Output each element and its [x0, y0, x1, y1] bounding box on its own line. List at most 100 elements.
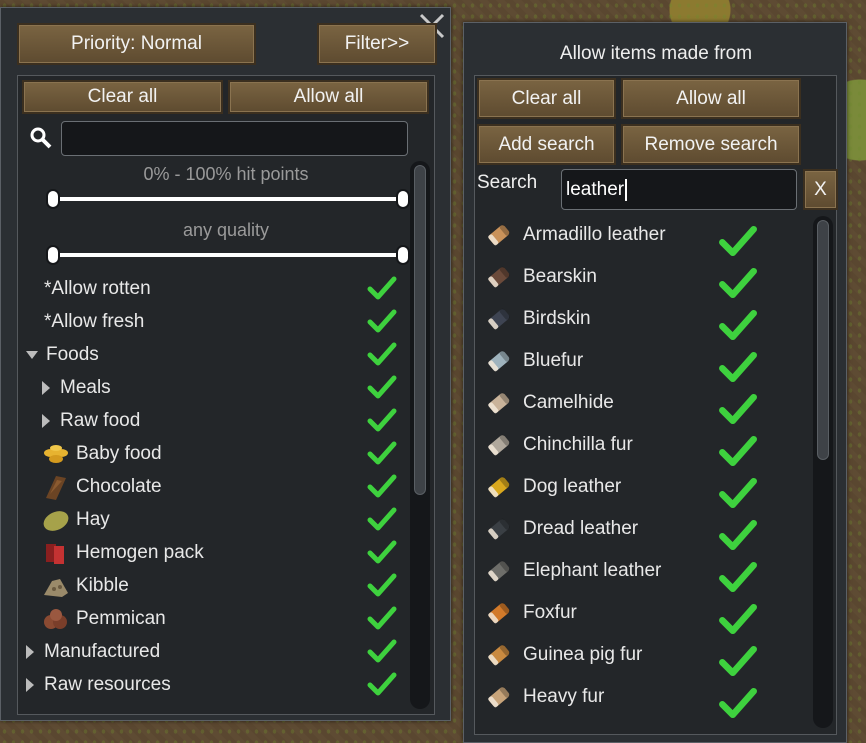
material-label: Heavy fur	[523, 686, 605, 707]
left-scrollbar-thumb[interactable]	[414, 165, 426, 495]
hitpoints-slider[interactable]	[46, 189, 410, 209]
checkmark-icon[interactable]	[718, 224, 758, 258]
filter-toggle-button[interactable]: Filter>>	[317, 23, 437, 65]
add-search-button[interactable]: Add search	[477, 124, 616, 165]
category-row[interactable]: Foods	[18, 338, 408, 371]
category-label: Meals	[60, 376, 111, 398]
checkmark-icon[interactable]	[367, 275, 397, 301]
checkmark-icon[interactable]	[718, 644, 758, 678]
leather-icon	[485, 221, 513, 249]
material-row[interactable]: Dog leather	[475, 470, 795, 509]
checkmark-icon[interactable]	[367, 539, 397, 565]
checkmark-icon[interactable]	[718, 392, 758, 426]
collapsed-triangle-icon[interactable]	[42, 413, 50, 428]
material-clear-all-button[interactable]: Clear all	[477, 78, 616, 119]
material-row[interactable]: Bluefur	[475, 344, 795, 383]
leather-icon	[485, 305, 513, 333]
allow-all-button[interactable]: Allow all	[228, 80, 429, 114]
material-row[interactable]: Armadillo leather	[475, 218, 795, 257]
category-label: *Allow rotten	[44, 277, 151, 299]
material-row[interactable]: Guinea pig fur	[475, 638, 795, 677]
checkmark-icon[interactable]	[718, 308, 758, 342]
right-scrollbar-track[interactable]	[813, 216, 833, 728]
clear-search-button[interactable]: X	[803, 169, 838, 210]
checkmark-icon[interactable]	[718, 560, 758, 594]
priority-button[interactable]: Priority: Normal	[17, 23, 256, 65]
category-row[interactable]: Manufactured	[18, 635, 408, 668]
checkmark-icon[interactable]	[367, 506, 397, 532]
checkmark-icon[interactable]	[367, 638, 397, 664]
collapsed-triangle-icon[interactable]	[26, 677, 34, 692]
hitpoints-min-handle[interactable]	[46, 189, 60, 209]
left-scrollbar-track[interactable]	[410, 161, 430, 709]
category-row[interactable]: Pemmican	[18, 602, 408, 635]
expanded-triangle-icon[interactable]	[26, 350, 38, 359]
material-label: Bearskin	[523, 266, 597, 287]
category-row[interactable]: Hay	[18, 503, 408, 536]
quality-slider[interactable]	[46, 245, 410, 265]
hay-icon	[42, 507, 70, 533]
search-input[interactable]	[61, 121, 408, 156]
category-row[interactable]: Kibble	[18, 569, 408, 602]
category-row[interactable]: Meals	[18, 371, 408, 404]
leather-icon	[485, 263, 513, 291]
checkmark-icon[interactable]	[367, 374, 397, 400]
hitpoints-label: 0% - 100% hit points	[143, 164, 309, 184]
category-row[interactable]: Hemogen pack	[18, 536, 408, 569]
clear-all-button[interactable]: Clear all	[22, 80, 223, 114]
hemogen-pack-icon	[42, 540, 70, 566]
material-row[interactable]: Foxfur	[475, 596, 795, 635]
checkmark-icon[interactable]	[367, 473, 397, 499]
checkmark-icon[interactable]	[367, 572, 397, 598]
category-row[interactable]: *Allow fresh	[18, 305, 408, 338]
leather-icon	[485, 431, 513, 459]
category-row[interactable]: Raw food	[18, 404, 408, 437]
checkmark-icon[interactable]	[367, 407, 397, 433]
hitpoints-max-handle[interactable]	[396, 189, 410, 209]
category-row[interactable]: *Allow rotten	[18, 272, 408, 305]
material-row[interactable]: Elephant leather	[475, 554, 795, 593]
checkmark-icon[interactable]	[718, 434, 758, 468]
category-label: Kibble	[76, 574, 129, 596]
material-label: Guinea pig fur	[523, 644, 643, 665]
category-label: Raw food	[60, 409, 141, 431]
leather-icon	[485, 473, 513, 501]
checkmark-icon[interactable]	[718, 686, 758, 720]
material-row[interactable]: Heavy fur	[475, 680, 795, 719]
material-label: Dog leather	[523, 476, 622, 497]
material-row[interactable]: Camelhide	[475, 386, 795, 425]
material-label: Camelhide	[523, 392, 614, 413]
material-row[interactable]: Birdskin	[475, 302, 795, 341]
leather-icon	[485, 641, 513, 669]
material-allow-all-button[interactable]: Allow all	[621, 78, 801, 119]
checkmark-icon[interactable]	[718, 602, 758, 636]
material-search-value: leather	[566, 178, 625, 200]
category-row[interactable]: Baby food	[18, 437, 408, 470]
material-row[interactable]: Dread leather	[475, 512, 795, 551]
material-row[interactable]: Bearskin	[475, 260, 795, 299]
category-label: Manufactured	[44, 640, 161, 662]
category-row[interactable]: Raw resources	[18, 668, 408, 701]
quality-max-handle[interactable]	[396, 245, 410, 265]
checkmark-icon[interactable]	[718, 476, 758, 510]
checkmark-icon[interactable]	[367, 308, 397, 334]
checkmark-icon[interactable]	[367, 671, 397, 697]
checkmark-icon[interactable]	[367, 605, 397, 631]
material-label: Chinchilla fur	[523, 434, 633, 455]
kibble-icon	[42, 573, 70, 599]
checkmark-icon[interactable]	[367, 440, 397, 466]
checkmark-icon[interactable]	[718, 518, 758, 552]
quality-min-handle[interactable]	[46, 245, 60, 265]
leather-icon	[485, 599, 513, 627]
leather-icon	[485, 557, 513, 585]
material-row[interactable]: Chinchilla fur	[475, 428, 795, 467]
remove-search-button[interactable]: Remove search	[621, 124, 801, 165]
collapsed-triangle-icon[interactable]	[26, 644, 34, 659]
checkmark-icon[interactable]	[718, 266, 758, 300]
right-scrollbar-thumb[interactable]	[817, 220, 829, 460]
collapsed-triangle-icon[interactable]	[42, 380, 50, 395]
checkmark-icon[interactable]	[718, 350, 758, 384]
material-search-input[interactable]: leather	[561, 169, 797, 210]
checkmark-icon[interactable]	[367, 341, 397, 367]
category-row[interactable]: Chocolate	[18, 470, 408, 503]
